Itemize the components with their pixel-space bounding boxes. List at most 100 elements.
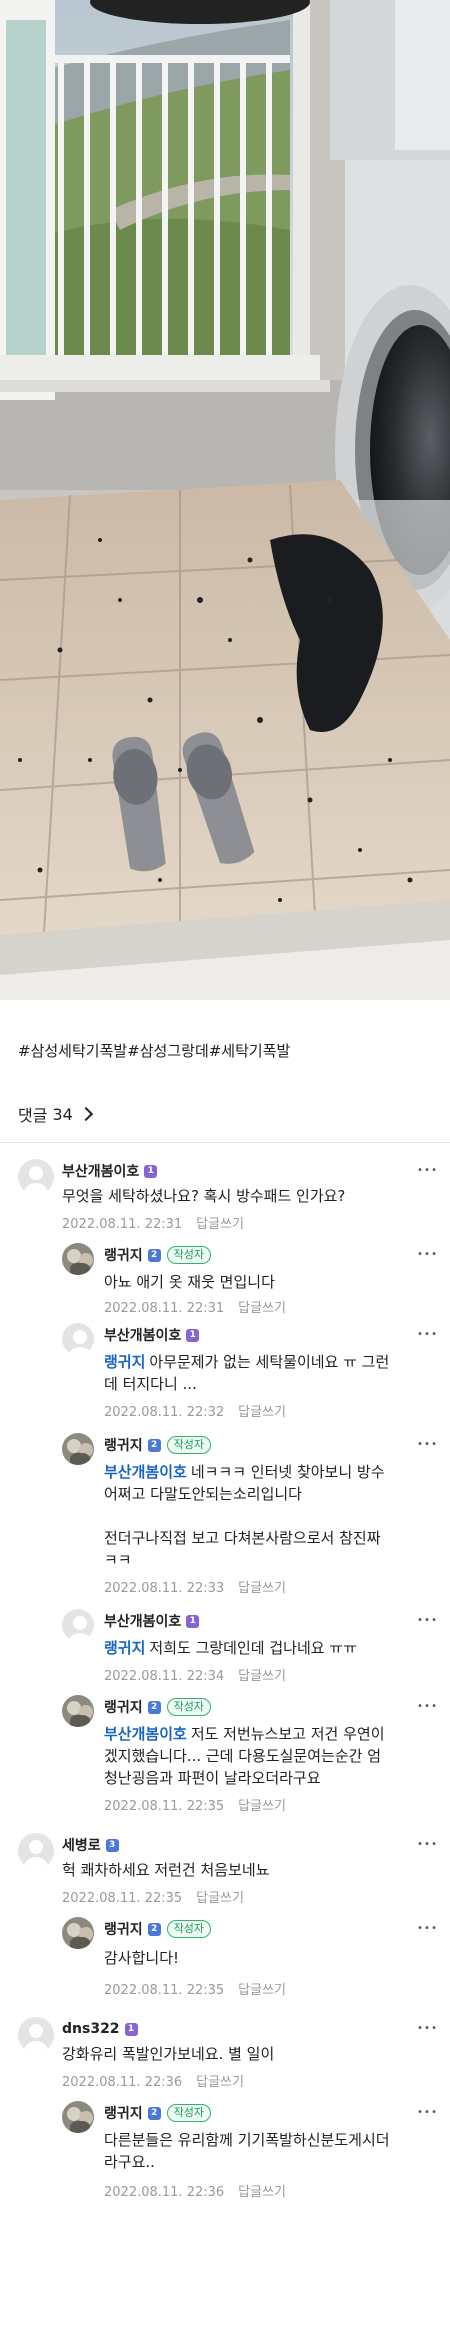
comment-date: 2022.08.11. 22:32 (104, 1405, 225, 1420)
more-options-icon[interactable] (416, 1615, 436, 1631)
comment-body: 저희도 그랑데인데 겁나네요 ㅠㅠ (149, 1639, 357, 1657)
reply-button[interactable]: 답글쓰기 (238, 1669, 286, 1684)
post-page: #삼성세탁기폭발#삼성그랑데#세탁기폭발 댓글 34 부산개봄이호 1 무엇을 … (0, 0, 450, 2339)
reply-button[interactable]: 답글쓰기 (238, 1799, 286, 1814)
comment-list: 부산개봄이호 1 무엇을 세탁하셨나요? 혹시 방수패드 인가요? 2022.0… (0, 1143, 450, 2339)
comment-author[interactable]: 부산개봄이호 1 (104, 1325, 200, 1345)
comment-body: 강화유리 폭발인가보네요. 별 일이 (62, 2045, 275, 2063)
comment-meta: 2022.08.11. 22:32 답글쓰기 (104, 1401, 286, 1420)
more-options-icon[interactable] (416, 1439, 436, 1455)
comment-author[interactable]: 랭귀지 2 작성자 (104, 1435, 212, 1455)
photo-illustration (0, 0, 450, 1000)
comment-author[interactable]: 랭귀지 2 작성자 (104, 1245, 212, 1265)
level-badge: 1 (186, 1614, 200, 1628)
post-photo[interactable] (0, 0, 450, 1000)
mention-link[interactable]: 랭귀지 (104, 1639, 145, 1657)
comment-author[interactable]: 랭귀지 2 작성자 (104, 1697, 212, 1717)
reply-button[interactable]: 답글쓰기 (238, 1581, 286, 1596)
writer-badge: 작성자 (166, 2104, 212, 2122)
more-options-icon[interactable] (416, 1329, 436, 1345)
reply-button[interactable]: 답글쓰기 (196, 1217, 244, 1232)
comment-author[interactable]: 부산개봄이호 1 (104, 1611, 200, 1631)
avatar[interactable] (62, 1323, 94, 1355)
comment-date: 2022.08.11. 22:33 (104, 1581, 225, 1596)
author-name: 부산개봄이호 (62, 1164, 140, 1180)
comment-author[interactable]: dns322 1 (62, 2019, 138, 2039)
comment-item: 부산개봄이호 1 무엇을 세탁하셨나요? 혹시 방수패드 인가요? 2022.0… (0, 1143, 450, 1233)
avatar[interactable] (18, 2017, 54, 2053)
reply-button[interactable]: 답글쓰기 (238, 1405, 286, 1420)
comment-author[interactable]: 부산개봄이호 1 (62, 1161, 158, 1181)
level-badge: 2 (147, 1922, 161, 1936)
comment-text: 강화유리 폭발인가보네요. 별 일이 (62, 2043, 274, 2065)
reply-button[interactable]: 답글쓰기 (238, 1301, 286, 1316)
comment-body: 감사합니다! (104, 1949, 180, 1967)
comment-meta: 2022.08.11. 22:31 답글쓰기 (62, 1213, 244, 1232)
author-name: 랭귀지 (104, 1700, 143, 1716)
hashtag-list[interactable]: #삼성세탁기폭발#삼성그랑데#세탁기폭발 (0, 1000, 450, 1062)
mention-link[interactable]: 부산개봄이호 (104, 1463, 187, 1481)
comment-date: 2022.08.11. 22:31 (104, 1301, 225, 1316)
level-badge: 2 (147, 2106, 161, 2120)
comment-meta: 2022.08.11. 22:31 답글쓰기 (104, 1297, 286, 1316)
more-options-icon[interactable] (416, 1839, 436, 1855)
avatar[interactable] (62, 1917, 94, 1949)
comment-text: 랭귀지 아무문제가 없는 세탁물이네요 ㅠ 그런 데 터지다니 ... (104, 1351, 434, 1395)
more-options-icon[interactable] (416, 1165, 436, 1181)
avatar[interactable] (62, 1433, 94, 1465)
more-options-icon[interactable] (416, 2107, 436, 2123)
comment-date: 2022.08.11. 22:36 (62, 2075, 183, 2090)
author-name: 랭귀지 (104, 2106, 143, 2122)
comment-meta: 2022.08.11. 22:35 답글쓰기 (62, 1887, 244, 1906)
writer-badge: 작성자 (166, 1246, 212, 1264)
comment-date: 2022.08.11. 22:35 (62, 1891, 183, 1906)
comment-author[interactable]: 랭귀지 2 작성자 (104, 1919, 212, 1939)
reply-button[interactable]: 답글쓰기 (238, 1983, 286, 1998)
more-options-icon[interactable] (416, 1249, 436, 1265)
avatar[interactable] (18, 1159, 54, 1195)
avatar[interactable] (62, 2101, 94, 2133)
comment-author[interactable]: 세병로 3 (62, 1835, 119, 1855)
author-name: 부산개봄이호 (104, 1328, 182, 1344)
avatar[interactable] (18, 1833, 54, 1869)
author-name: 세병로 (62, 1838, 101, 1854)
avatar[interactable] (62, 1609, 94, 1641)
more-options-icon[interactable] (416, 1701, 436, 1717)
comment-meta: 2022.08.11. 22:34 답글쓰기 (104, 1665, 286, 1684)
comment-author[interactable]: 랭귀지 2 작성자 (104, 2103, 212, 2123)
reply-item: 부산개봄이호 1 랭귀지저희도 그랑데인데 겁나네요 ㅠㅠ 2022.08.11… (0, 1601, 450, 1687)
comment-text: 아뇨 애기 옷 재웃 면입니다 (104, 1271, 275, 1293)
comment-date: 2022.08.11. 22:34 (104, 1669, 225, 1684)
mention-link[interactable]: 부산개봄이호 (104, 1725, 187, 1743)
level-badge: 1 (186, 1328, 200, 1342)
comment-body: 아뇨 애기 옷 재웃 면입니다 (104, 1273, 275, 1291)
comment-label: 댓글 (18, 1106, 48, 1125)
comment-text: 감사합니다! (104, 1947, 179, 1969)
comment-count-header[interactable]: 댓글 34 (0, 1086, 450, 1142)
reply-button[interactable]: 답글쓰기 (196, 2075, 244, 2090)
reply-item: 랭귀지 2 작성자 부산개봄이호저도 저번뉴스보고 저건 우연이 겠지했습니다.… (0, 1687, 450, 1817)
comment-date: 2022.08.11. 22:35 (104, 1983, 225, 1998)
writer-badge: 작성자 (166, 1920, 212, 1938)
more-options-icon[interactable] (416, 2023, 436, 2039)
reply-button[interactable]: 답글쓰기 (196, 1891, 244, 1906)
mention-link[interactable]: 랭귀지 (104, 1353, 145, 1371)
comment-meta: 2022.08.11. 22:36 답글쓰기 (62, 2071, 244, 2090)
comment-text: 헉 쾌차하세요 저런건 처음보네뇨 (62, 1859, 270, 1881)
comment-body: 아무문제가 없는 세탁물이네요 ㅠ 그런 데 터지다니 ... (104, 1353, 390, 1393)
avatar[interactable] (62, 1695, 94, 1727)
more-options-icon[interactable] (416, 1923, 436, 1939)
comment-text: 부산개봄이호 네ㅋㅋㅋ 인터넷 찾아보니 방수 어쩌고 다말도안되는소리입니다 전… (104, 1461, 434, 1571)
reply-button[interactable]: 답글쓰기 (238, 2185, 286, 2200)
comment-meta: 2022.08.11. 22:35 답글쓰기 (104, 1979, 286, 1998)
comment-meta: 2022.08.11. 22:36 답글쓰기 (104, 2181, 286, 2200)
comment-item: dns322 1 강화유리 폭발인가보네요. 별 일이 2022.08.11. … (0, 2001, 450, 2091)
comment-body: 무엇을 세탁하셨나요? 혹시 방수패드 인가요? (62, 1187, 346, 1205)
author-name: 부산개봄이호 (104, 1614, 182, 1630)
avatar[interactable] (62, 1243, 94, 1275)
comment-date: 2022.08.11. 22:36 (104, 2185, 225, 2200)
comment-item: 세병로 3 헉 쾌차하세요 저런건 처음보네뇨 2022.08.11. 22:3… (0, 1817, 450, 1907)
author-name: 랭귀지 (104, 1438, 143, 1454)
hashtag-section: #삼성세탁기폭발#삼성그랑데#세탁기폭발 (0, 1000, 450, 1086)
author-name: 랭귀지 (104, 1922, 143, 1938)
